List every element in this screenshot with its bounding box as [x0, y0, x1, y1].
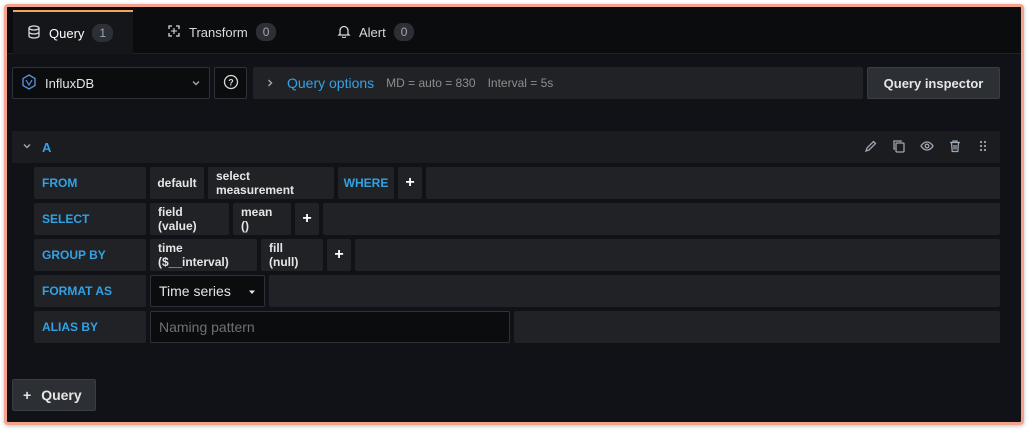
select-row-filler [323, 203, 1000, 235]
datasource-picker[interactable]: InfluxDB [12, 67, 210, 99]
tab-query-label: Query [49, 25, 85, 41]
tab-bar: Query 1 Transform 0 Alert 0 [7, 7, 1021, 54]
add-where-button[interactable]: + [398, 167, 422, 199]
database-icon [27, 24, 41, 42]
select-row: SELECT field (value) mean () + [34, 203, 1000, 235]
transform-icon [167, 24, 181, 41]
group-by-label: GROUP BY [34, 239, 146, 271]
from-label: FROM [34, 167, 146, 199]
duplicate-icon[interactable] [892, 139, 906, 156]
retention-policy[interactable]: default [150, 167, 204, 199]
query-options-md: MD = auto = 830 [386, 76, 476, 90]
tab-query-count: 1 [92, 24, 114, 42]
from-row: FROM default select measurement WHERE + [34, 167, 1000, 199]
group-by-row-filler [355, 239, 1000, 271]
drag-handle-icon[interactable] [976, 139, 990, 156]
format-as-label: FORMAT AS [34, 275, 146, 307]
chevron-down-icon [191, 76, 201, 91]
query-options-title: Query options [287, 75, 375, 91]
edit-icon[interactable] [864, 139, 878, 156]
add-group-by-button[interactable]: + [327, 239, 351, 271]
tab-alert[interactable]: Alert 0 [323, 10, 428, 54]
datasource-name: InfluxDB [45, 75, 95, 91]
add-select-button[interactable]: + [295, 203, 319, 235]
add-query-label: Query [41, 387, 82, 403]
query-options-bar[interactable]: Query options MD = auto = 830 Interval =… [253, 67, 863, 99]
alias-by-row: ALIAS BY Naming pattern [34, 311, 1000, 343]
query-letter[interactable]: A [42, 140, 51, 155]
trash-icon[interactable] [948, 139, 962, 156]
tab-alert-count: 0 [393, 23, 415, 41]
collapse-chevron-icon[interactable] [22, 141, 32, 154]
tab-transform-count: 0 [255, 23, 277, 41]
tab-transform-label: Transform [189, 24, 248, 40]
query-inspector-button[interactable]: Query inspector [867, 67, 1000, 99]
query-row-header[interactable]: A [12, 131, 1000, 163]
add-query-button[interactable]: + Query [12, 379, 96, 411]
influxdb-icon [21, 73, 37, 93]
mean-function[interactable]: mean () [233, 203, 291, 235]
help-icon: ? [223, 74, 239, 93]
plus-icon: + [23, 387, 32, 403]
tab-query[interactable]: Query 1 [13, 10, 133, 54]
chevron-right-icon [265, 76, 275, 91]
svg-text:?: ? [228, 77, 234, 87]
query-editor-panel: Query 1 Transform 0 Alert 0 InfluxDB ? Q… [4, 4, 1024, 425]
format-select-value: Time series [159, 283, 231, 299]
format-row-filler [269, 275, 1000, 307]
format-as-row: FORMAT AS Time series [34, 275, 1000, 307]
from-row-filler [426, 167, 1000, 199]
group-by-time[interactable]: time ($__interval) [150, 239, 257, 271]
group-by-row: GROUP BY time ($__interval) fill (null) … [34, 239, 1000, 271]
eye-icon[interactable] [920, 139, 934, 156]
where-keyword[interactable]: WHERE [338, 167, 394, 199]
bell-icon [337, 24, 351, 41]
alias-row-filler [514, 311, 1000, 343]
help-button[interactable]: ? [214, 67, 247, 99]
select-label: SELECT [34, 203, 146, 235]
alias-input[interactable]: Naming pattern [150, 311, 510, 343]
tab-transform[interactable]: Transform 0 [153, 10, 290, 54]
tab-alert-label: Alert [359, 24, 386, 40]
measurement-select[interactable]: select measurement [208, 167, 334, 199]
group-by-fill[interactable]: fill (null) [261, 239, 323, 271]
field-value[interactable]: field (value) [150, 203, 229, 235]
format-select[interactable]: Time series [150, 275, 265, 307]
alias-by-label: ALIAS BY [34, 311, 146, 343]
caret-down-icon [248, 283, 256, 299]
query-options-interval: Interval = 5s [487, 76, 554, 90]
query-actions [864, 139, 990, 156]
